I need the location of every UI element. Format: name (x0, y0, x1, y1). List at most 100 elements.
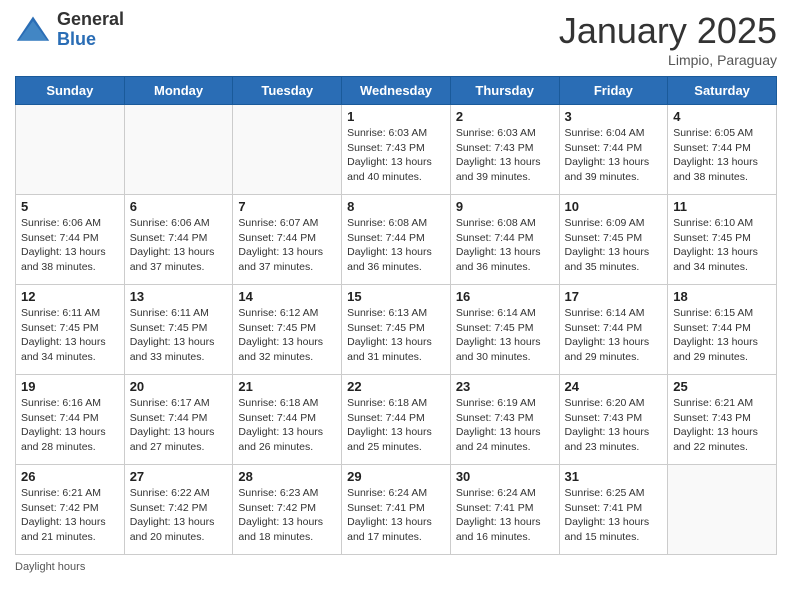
calendar-cell: 6 Sunrise: 6:06 AMSunset: 7:44 PMDaylight… (124, 195, 233, 285)
calendar-cell: 22Sunrise: 6:18 AMSunset: 7:44 PMDayligh… (342, 375, 451, 465)
cell-info: Sunrise: 6:18 AMSunset: 7:44 PMDaylight:… (238, 396, 336, 455)
cell-date: 25 (673, 379, 771, 394)
calendar-cell: 4Sunrise: 6:05 AMSunset: 7:44 PMDaylight… (668, 105, 777, 195)
cell-date: 22 (347, 379, 445, 394)
cell-info: Sunrise: 6:06 AMSunset: 7:44 PMDaylight:… (21, 216, 119, 275)
cell-date: 30 (456, 469, 554, 484)
week-row-5: 26Sunrise: 6:21 AMSunset: 7:42 PMDayligh… (16, 465, 777, 555)
calendar-cell: 7 Sunrise: 6:07 AMSunset: 7:44 PMDaylight… (233, 195, 342, 285)
cell-info: Sunrise: 6:05 AMSunset: 7:44 PMDaylight:… (673, 126, 771, 185)
cell-date: 16 (456, 289, 554, 304)
cell-date: 18 (673, 289, 771, 304)
calendar-cell (233, 105, 342, 195)
calendar-cell: 2 Sunrise: 6:03 AMSunset: 7:43 PMDaylight… (450, 105, 559, 195)
cell-info: Sunrise: 6:03 AMSunset: 7:43 PMDaylight:… (456, 126, 554, 185)
calendar-cell (668, 465, 777, 555)
cell-info: Sunrise: 6:23 AMSunset: 7:42 PMDaylight:… (238, 486, 336, 545)
calendar-cell (124, 105, 233, 195)
calendar-cell: 23Sunrise: 6:19 AMSunset: 7:43 PMDayligh… (450, 375, 559, 465)
cell-info: Sunrise: 6:12 AMSunset: 7:45 PMDaylight:… (238, 306, 336, 365)
cell-info: Sunrise: 6:06 AMSunset: 7:44 PMDaylight:… (130, 216, 228, 275)
logo-general-text: General (57, 10, 124, 30)
week-row-4: 19 Sunrise: 6:16 AMSunset: 7:44 PMDayligh… (16, 375, 777, 465)
cell-info: Sunrise: 6:21 AMSunset: 7:43 PMDaylight:… (673, 396, 771, 455)
cell-date: 31 (565, 469, 663, 484)
logo: General Blue (15, 10, 124, 50)
calendar-cell (16, 105, 125, 195)
day-header-thursday: Thursday (450, 77, 559, 105)
day-header-wednesday: Wednesday (342, 77, 451, 105)
cell-date: 21 (238, 379, 336, 394)
footer: Daylight hours (15, 561, 777, 573)
cell-date: 11 (673, 199, 771, 214)
calendar-cell: 14 Sunrise: 6:12 AMSunset: 7:45 PMDayligh… (233, 285, 342, 375)
cell-info: Sunrise: 6:14 AMSunset: 7:45 PMDaylight:… (456, 306, 554, 365)
calendar-cell: 9 Sunrise: 6:08 AMSunset: 7:44 PMDaylight… (450, 195, 559, 285)
cell-info: Sunrise: 6:08 AMSunset: 7:44 PMDaylight:… (347, 216, 445, 275)
cell-date: 17 (565, 289, 663, 304)
calendar-cell: 27 Sunrise: 6:22 AMSunset: 7:42 PMDayligh… (124, 465, 233, 555)
title-area: January 2025 Limpio, Paraguay (559, 10, 777, 68)
calendar-cell: 5 Sunrise: 6:06 AMSunset: 7:44 PMDaylight… (16, 195, 125, 285)
cell-info: Sunrise: 6:09 AMSunset: 7:45 PMDaylight:… (565, 216, 663, 275)
week-row-2: 5 Sunrise: 6:06 AMSunset: 7:44 PMDaylight… (16, 195, 777, 285)
calendar-cell: 17 Sunrise: 6:14 AMSunset: 7:44 PMDayligh… (559, 285, 668, 375)
calendar-cell: 12 Sunrise: 6:11 AMSunset: 7:45 PMDayligh… (16, 285, 125, 375)
cell-date: 6 (130, 199, 228, 214)
cell-info: Sunrise: 6:21 AMSunset: 7:42 PMDaylight:… (21, 486, 119, 545)
cell-info: Sunrise: 6:24 AMSunset: 7:41 PMDaylight:… (456, 486, 554, 545)
calendar-cell: 18 Sunrise: 6:15 AMSunset: 7:44 PMDayligh… (668, 285, 777, 375)
cell-date: 7 (238, 199, 336, 214)
cell-info: Sunrise: 6:13 AMSunset: 7:45 PMDaylight:… (347, 306, 445, 365)
cell-info: Sunrise: 6:19 AMSunset: 7:43 PMDaylight:… (456, 396, 554, 455)
days-header-row: SundayMondayTuesdayWednesdayThursdayFrid… (16, 77, 777, 105)
page-header: General Blue January 2025 Limpio, Paragu… (15, 10, 777, 68)
calendar-cell: 26Sunrise: 6:21 AMSunset: 7:42 PMDayligh… (16, 465, 125, 555)
logo-blue-text: Blue (57, 30, 124, 50)
cell-info: Sunrise: 6:03 AMSunset: 7:43 PMDaylight:… (347, 126, 445, 185)
cell-date: 5 (21, 199, 119, 214)
cell-info: Sunrise: 6:11 AMSunset: 7:45 PMDaylight:… (21, 306, 119, 365)
calendar-cell: 1 Sunrise: 6:03 AMSunset: 7:43 PMDaylight… (342, 105, 451, 195)
calendar-cell: 25 Sunrise: 6:21 AMSunset: 7:43 PMDayligh… (668, 375, 777, 465)
day-header-friday: Friday (559, 77, 668, 105)
cell-date: 12 (21, 289, 119, 304)
week-row-1: 1 Sunrise: 6:03 AMSunset: 7:43 PMDaylight… (16, 105, 777, 195)
calendar-cell: 21 Sunrise: 6:18 AMSunset: 7:44 PMDayligh… (233, 375, 342, 465)
cell-date: 14 (238, 289, 336, 304)
calendar-cell: 15Sunrise: 6:13 AMSunset: 7:45 PMDayligh… (342, 285, 451, 375)
cell-date: 2 (456, 109, 554, 124)
cell-info: Sunrise: 6:14 AMSunset: 7:44 PMDaylight:… (565, 306, 663, 365)
cell-date: 1 (347, 109, 445, 124)
cell-info: Sunrise: 6:11 AMSunset: 7:45 PMDaylight:… (130, 306, 228, 365)
cell-date: 24 (565, 379, 663, 394)
calendar-cell: 11 Sunrise: 6:10 AMSunset: 7:45 PMDayligh… (668, 195, 777, 285)
cell-info: Sunrise: 6:10 AMSunset: 7:45 PMDaylight:… (673, 216, 771, 275)
cell-info: Sunrise: 6:25 AMSunset: 7:41 PMDaylight:… (565, 486, 663, 545)
cell-date: 27 (130, 469, 228, 484)
cell-date: 28 (238, 469, 336, 484)
cell-info: Sunrise: 6:22 AMSunset: 7:42 PMDaylight:… (130, 486, 228, 545)
calendar-cell: 24Sunrise: 6:20 AMSunset: 7:43 PMDayligh… (559, 375, 668, 465)
cell-date: 29 (347, 469, 445, 484)
cell-date: 3 (565, 109, 663, 124)
calendar-cell: 30 Sunrise: 6:24 AMSunset: 7:41 PMDayligh… (450, 465, 559, 555)
cell-info: Sunrise: 6:15 AMSunset: 7:44 PMDaylight:… (673, 306, 771, 365)
week-row-3: 12 Sunrise: 6:11 AMSunset: 7:45 PMDayligh… (16, 285, 777, 375)
calendar-cell: 20Sunrise: 6:17 AMSunset: 7:44 PMDayligh… (124, 375, 233, 465)
cell-date: 9 (456, 199, 554, 214)
calendar-cell: 31 Sunrise: 6:25 AMSunset: 7:41 PMDayligh… (559, 465, 668, 555)
day-header-saturday: Saturday (668, 77, 777, 105)
calendar-cell: 8Sunrise: 6:08 AMSunset: 7:44 PMDaylight… (342, 195, 451, 285)
cell-date: 19 (21, 379, 119, 394)
cell-info: Sunrise: 6:16 AMSunset: 7:44 PMDaylight:… (21, 396, 119, 455)
calendar-cell: 28 Sunrise: 6:23 AMSunset: 7:42 PMDayligh… (233, 465, 342, 555)
cell-info: Sunrise: 6:04 AMSunset: 7:44 PMDaylight:… (565, 126, 663, 185)
cell-info: Sunrise: 6:07 AMSunset: 7:44 PMDaylight:… (238, 216, 336, 275)
day-header-sunday: Sunday (16, 77, 125, 105)
day-header-tuesday: Tuesday (233, 77, 342, 105)
logo-text: General Blue (57, 10, 124, 50)
cell-info: Sunrise: 6:08 AMSunset: 7:44 PMDaylight:… (456, 216, 554, 275)
day-header-monday: Monday (124, 77, 233, 105)
calendar-cell: 16 Sunrise: 6:14 AMSunset: 7:45 PMDayligh… (450, 285, 559, 375)
